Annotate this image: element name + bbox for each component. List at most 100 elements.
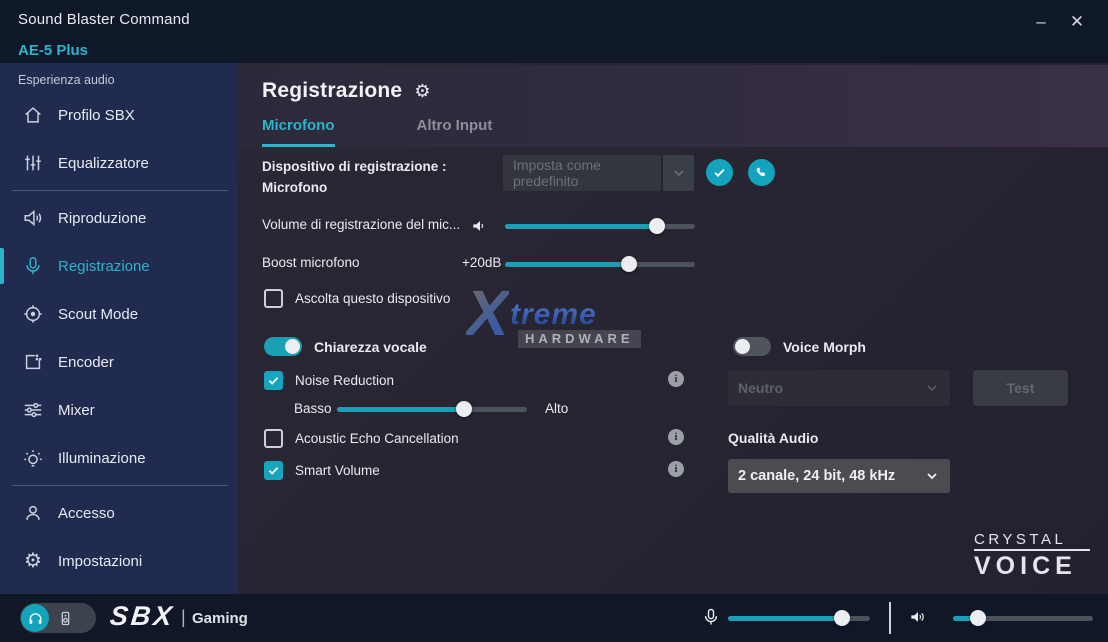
mic-boost-value: +20dB <box>462 255 501 270</box>
set-default-button[interactable]: Imposta come predefinito <box>503 155 661 191</box>
person-icon <box>22 502 44 524</box>
sidebar-divider <box>12 190 228 191</box>
mic-volume-slider-thumb[interactable] <box>649 218 665 234</box>
sidebar-item-label: Mixer <box>58 402 95 419</box>
smart-volume-info-icon[interactable]: i <box>668 461 684 477</box>
footer-speaker-icon <box>908 607 928 627</box>
device-call-button[interactable] <box>748 159 775 186</box>
nr-max-label: Alto <box>545 401 568 416</box>
sidebar-item-label: Encoder <box>58 354 114 371</box>
equalizer-icon <box>22 152 44 174</box>
noise-reduction-checkbox[interactable] <box>264 371 283 390</box>
audio-quality-dropdown[interactable]: 2 canale, 24 bit, 48 kHz <box>728 459 950 493</box>
sidebar-divider <box>12 485 228 486</box>
sidebar-item-riproduzione[interactable]: Riproduzione <box>0 194 238 242</box>
sidebar-item-label: Profilo SBX <box>58 107 135 124</box>
mic-boost-slider-thumb[interactable] <box>621 256 637 272</box>
sidebar: Esperienza audio Profilo SBX Equalizzato… <box>0 63 238 594</box>
voice-morph-preset-value: Neutro <box>738 380 783 396</box>
xtreme-hardware-watermark: X treme HARDWARE <box>466 282 651 354</box>
footer-logo-divider: | <box>181 607 186 628</box>
sidebar-item-accesso[interactable]: Accesso <box>0 489 238 537</box>
voice-morph-test-button[interactable]: Test <box>973 370 1068 406</box>
voice-clarity-toggle[interactable] <box>264 337 302 356</box>
watermark-sub: HARDWARE <box>518 330 641 348</box>
page-title: Registrazione <box>262 79 402 103</box>
sidebar-item-label: Registrazione <box>58 258 150 275</box>
audio-quality-label: Qualità Audio <box>728 430 818 446</box>
aec-info-icon[interactable]: i <box>668 429 684 445</box>
speaker-icon <box>22 207 44 229</box>
light-bulb-icon <box>22 447 44 469</box>
mic-boost-label: Boost microfono <box>262 255 360 270</box>
noise-reduction-slider-thumb[interactable] <box>456 401 472 417</box>
listen-device-label: Ascolta questo dispositivo <box>295 291 450 306</box>
encoder-icon <box>22 351 44 373</box>
recording-content: Dispositivo di registrazione : Microfono… <box>238 147 1108 594</box>
check-icon <box>267 464 280 477</box>
microphone-icon <box>22 255 44 277</box>
sidebar-item-mixer[interactable]: Mixer <box>0 386 238 434</box>
listen-device-row: Ascolta questo dispositivo <box>264 289 450 308</box>
speakers-icon[interactable] <box>57 610 74 627</box>
voice-clarity-row: Chiarezza vocale <box>264 337 427 356</box>
aec-label: Acoustic Echo Cancellation <box>295 431 459 446</box>
sidebar-section-label: Esperienza audio <box>0 63 238 91</box>
check-icon <box>267 374 280 387</box>
voice-morph-preset-dropdown[interactable]: Neutro <box>728 370 950 406</box>
device-dropdown-chevron[interactable] <box>663 155 694 191</box>
smart-volume-checkbox[interactable] <box>264 461 283 480</box>
footer-mic-slider-thumb[interactable] <box>834 610 850 626</box>
noise-reduction-slider[interactable] <box>337 401 527 417</box>
chevron-down-icon <box>671 165 687 181</box>
mic-boost-slider[interactable] <box>505 256 695 272</box>
sound-blaster-command-window: Sound Blaster Command AE-5 Plus – ✕ Espe… <box>0 0 1108 642</box>
minimize-button[interactable]: – <box>1026 8 1056 36</box>
sidebar-item-scout-mode[interactable]: Scout Mode <box>0 290 238 338</box>
recording-settings-gear-icon[interactable]: ⚙ <box>414 81 430 102</box>
footer-volume-slider[interactable] <box>953 610 1093 626</box>
mixer-icon <box>22 399 44 421</box>
sidebar-item-label: Accesso <box>58 505 115 522</box>
sidebar-item-impostazioni[interactable]: ⚙ Impostazioni <box>0 537 238 585</box>
sidebar-item-label: Impostazioni <box>58 553 142 570</box>
headphones-icon[interactable] <box>21 604 49 632</box>
smart-volume-label: Smart Volume <box>295 463 380 478</box>
voice-morph-toggle[interactable] <box>733 337 771 356</box>
watermark-x: X <box>466 276 509 350</box>
watermark-word: treme <box>510 298 597 332</box>
smart-volume-row: Smart Volume <box>264 461 380 480</box>
aec-row: Acoustic Echo Cancellation <box>264 429 459 448</box>
footer-mode-label: Gaming <box>192 610 248 627</box>
sidebar-item-illuminazione[interactable]: Illuminazione <box>0 434 238 482</box>
sidebar-item-registrazione[interactable]: Registrazione <box>0 242 238 290</box>
noise-reduction-row: Noise Reduction <box>264 371 394 390</box>
check-icon <box>712 165 727 180</box>
footer-mic-slider[interactable] <box>728 610 870 626</box>
footer-volume-slider-thumb[interactable] <box>970 610 986 626</box>
audio-quality-value: 2 canale, 24 bit, 48 kHz <box>738 468 895 484</box>
sidebar-item-label: Illuminazione <box>58 450 146 467</box>
sidebar-item-encoder[interactable]: Encoder <box>0 338 238 386</box>
titlebar: Sound Blaster Command AE-5 Plus – ✕ <box>0 0 1108 63</box>
device-name: AE-5 Plus <box>18 42 88 59</box>
mic-volume-slider[interactable] <box>505 218 695 234</box>
volume-speaker-icon[interactable] <box>470 216 490 236</box>
noise-reduction-info-icon[interactable]: i <box>668 371 684 387</box>
aec-checkbox[interactable] <box>264 429 283 448</box>
tab-bar: Microfono Altro Input <box>262 117 492 147</box>
tab-microfono[interactable]: Microfono <box>262 117 335 147</box>
target-icon <box>22 303 44 325</box>
listen-device-checkbox[interactable] <box>264 289 283 308</box>
voice-morph-row: Voice Morph <box>733 337 866 356</box>
sidebar-item-equalizzatore[interactable]: Equalizzatore <box>0 139 238 187</box>
close-button[interactable]: ✕ <box>1062 8 1092 36</box>
chevron-down-icon <box>924 468 940 484</box>
tab-altro-input[interactable]: Altro Input <box>417 117 493 147</box>
output-switch[interactable] <box>20 603 96 633</box>
sidebar-item-profilo-sbx[interactable]: Profilo SBX <box>0 91 238 139</box>
main-header: Registrazione ⚙ Microfono Altro Input <box>238 65 1108 147</box>
device-confirm-button[interactable] <box>706 159 733 186</box>
footer-bar: SBX | Gaming <box>0 594 1108 642</box>
mic-volume-label: Volume di registrazione del mic... <box>262 217 460 232</box>
